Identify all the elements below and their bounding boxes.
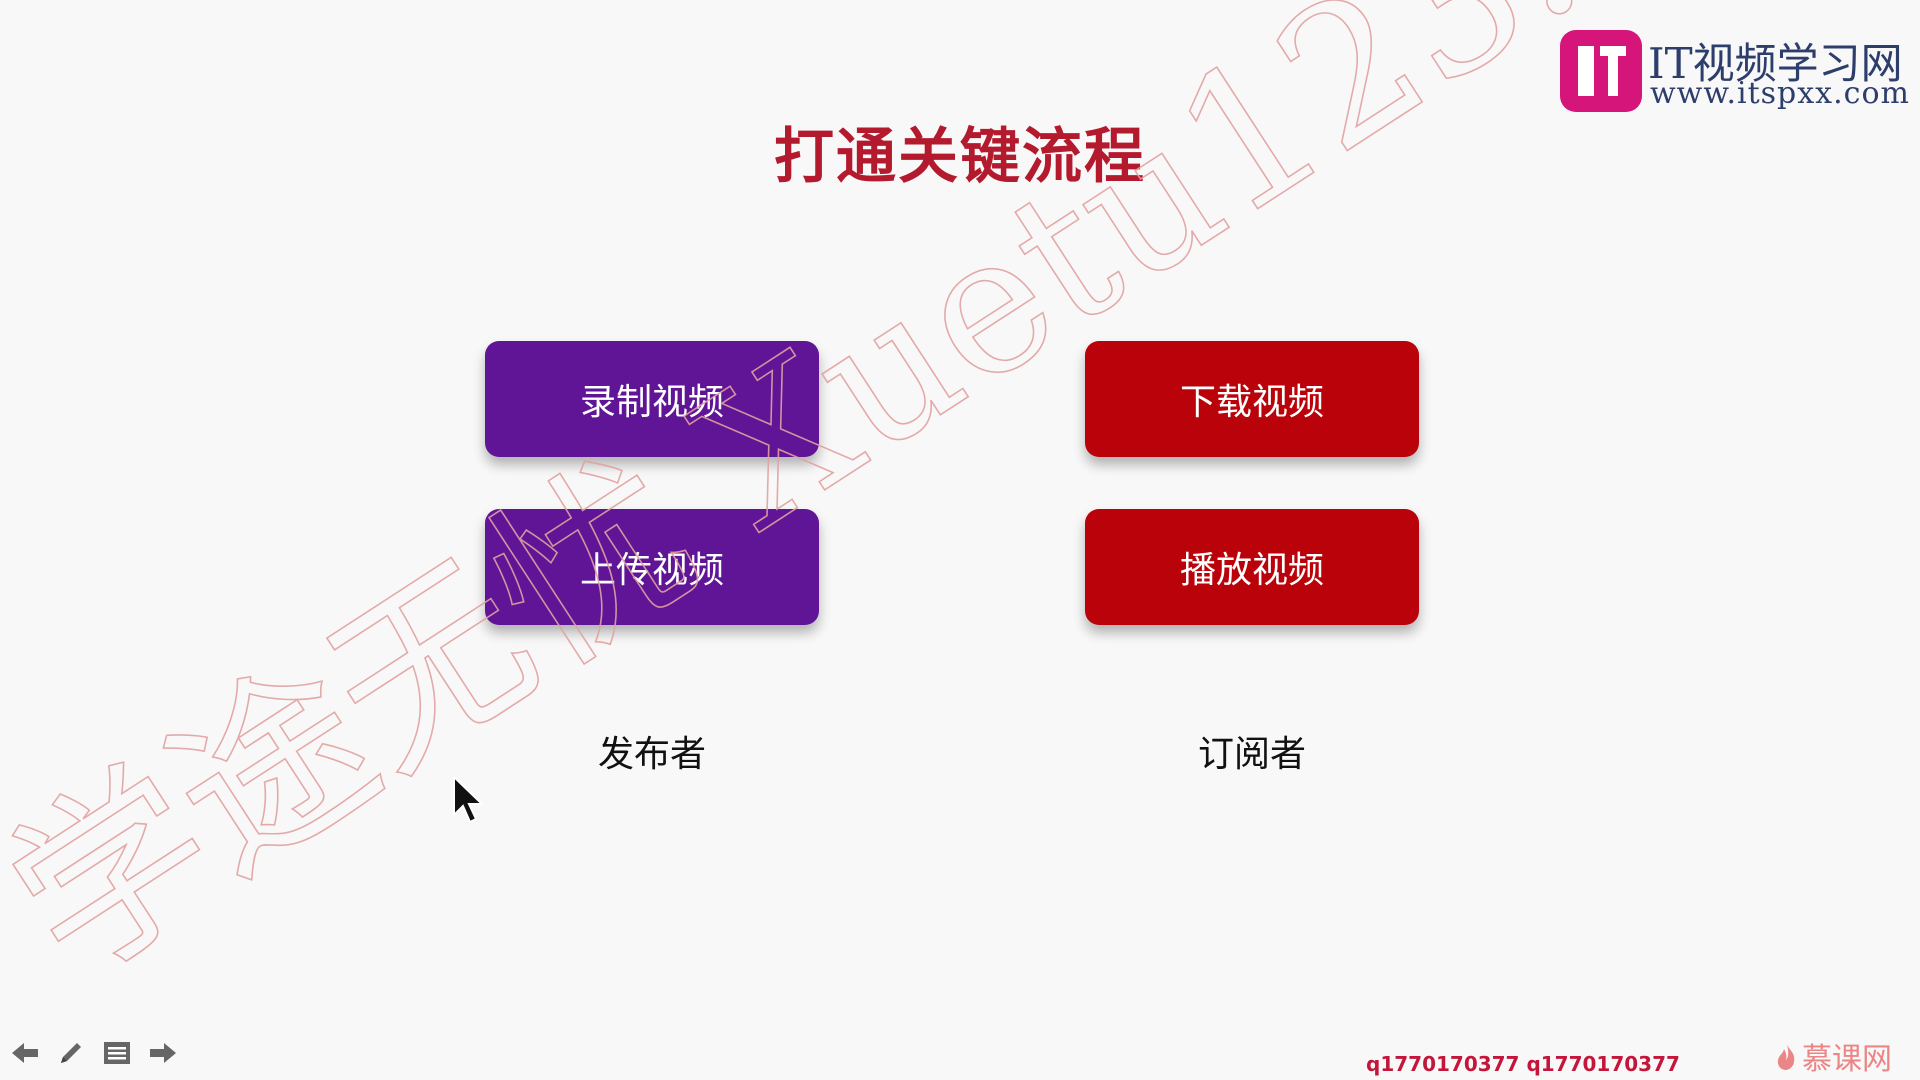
mouse-cursor-icon [453, 775, 485, 824]
slide-title: 打通关键流程 [774, 122, 1146, 192]
download-video-button[interactable]: 下载视频 [1085, 341, 1419, 457]
play-video-button[interactable]: 播放视频 [1085, 509, 1419, 625]
subscriber-label: 订阅者 [1197, 734, 1306, 775]
brand-watermark: 慕课网 [1774, 1034, 1892, 1078]
logo-icon [1560, 30, 1642, 112]
arrow-left-icon[interactable] [10, 1038, 40, 1068]
qq-number-text: q1770170377 q1770170377 [1366, 1052, 1680, 1076]
slide-toolbar [10, 1038, 178, 1068]
logo-url: www.itspxx.com [1650, 76, 1910, 111]
upload-video-button[interactable]: 上传视频 [485, 509, 819, 625]
publisher-label: 发布者 [597, 734, 706, 775]
brand-text: 慕课网 [1802, 1042, 1892, 1077]
pen-icon[interactable] [56, 1038, 86, 1068]
menu-icon[interactable] [102, 1038, 132, 1068]
presentation-slide: 打通关键流程 IT视频学习网 www.itspxx.com 录制视频 上传视频 … [0, 0, 1920, 1080]
flame-icon [1777, 1042, 1795, 1070]
record-video-button[interactable]: 录制视频 [485, 341, 819, 457]
arrow-right-icon[interactable] [148, 1038, 178, 1068]
